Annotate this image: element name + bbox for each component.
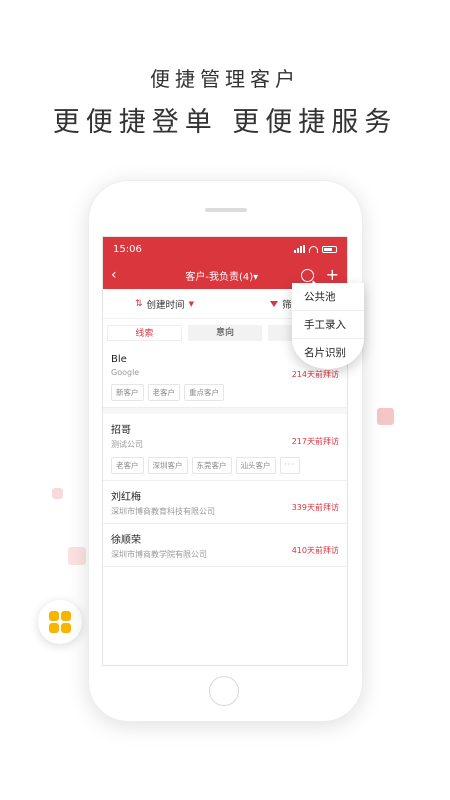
customer-row[interactable]: 刘红梅 深圳市博商教育科技有限公司 339天前拜访 xyxy=(103,481,347,524)
customer-tag: 新客户 xyxy=(111,384,144,401)
funnel-icon xyxy=(269,300,278,307)
sort-icon: ⇅ xyxy=(135,298,143,309)
headline-service: 更便捷登单 更便捷服务 xyxy=(52,107,398,138)
battery-icon xyxy=(322,245,337,253)
decor-square xyxy=(68,547,86,565)
search-icon[interactable] xyxy=(300,268,314,282)
home-button[interactable] xyxy=(209,676,239,706)
customer-name: 徐顺荣 xyxy=(111,535,141,546)
customer-row[interactable]: 徐顺荣 深圳市博商教学院有限公司 410天前拜访 xyxy=(103,524,347,567)
filter-label: 筛 xyxy=(281,299,292,311)
last-visit: 214天前拜访 xyxy=(291,370,339,379)
customer-tag: 汕头客户 xyxy=(235,457,276,474)
wifi-icon xyxy=(309,245,318,253)
last-visit: 339天前拜访 xyxy=(291,503,339,512)
app-grid-icon xyxy=(38,600,82,644)
headline-manage: 便捷管理客户 xyxy=(150,67,300,91)
sort-label: 创建时间 xyxy=(146,299,185,311)
menu-item-manual-entry[interactable]: 手工录入 xyxy=(292,311,364,339)
customer-tag: 东莞客户 xyxy=(191,457,232,474)
tab-leads[interactable]: 线索 xyxy=(107,325,182,341)
back-icon[interactable]: ‹ xyxy=(111,267,127,283)
menu-item-card-scan[interactable]: 名片识别 xyxy=(292,339,364,367)
last-visit: 410天前拜访 xyxy=(291,546,339,555)
tab-intent[interactable]: 意向 xyxy=(187,325,263,341)
phone-speaker xyxy=(205,208,247,212)
customer-name: 招哥 xyxy=(111,425,131,436)
more-tags-icon[interactable]: ··· xyxy=(279,457,300,474)
customer-name: 刘红梅 xyxy=(111,492,141,503)
plus-icon[interactable]: + xyxy=(326,267,339,283)
customer-row[interactable]: 招哥 测试公司 217天前拜访 老客户 深圳客户 东莞客户 汕头客户 ··· xyxy=(103,414,347,481)
customer-tag: 老客户 xyxy=(147,384,180,401)
decor-square xyxy=(377,408,394,425)
sort-button[interactable]: ⇅ 创建时间 ▼ xyxy=(135,297,194,311)
customer-tag: 重点客户 xyxy=(184,384,224,401)
add-menu-popup: 公共池 手工录入 名片识别 xyxy=(292,283,364,369)
decor-square xyxy=(52,488,63,499)
caret-down-icon: ▼ xyxy=(188,299,194,308)
page-title[interactable]: 客户-我负责(4)▾ xyxy=(127,268,301,283)
status-bar: 15:06 xyxy=(103,237,347,261)
status-time: 15:06 xyxy=(113,243,142,255)
last-visit: 217天前拜访 xyxy=(291,437,339,446)
menu-item-public-pool[interactable]: 公共池 xyxy=(292,283,364,311)
customer-tag: 老客户 xyxy=(111,457,144,474)
customer-tag: 深圳客户 xyxy=(147,457,188,474)
signal-icon xyxy=(294,245,305,253)
filter-button[interactable]: 筛 xyxy=(269,297,292,311)
